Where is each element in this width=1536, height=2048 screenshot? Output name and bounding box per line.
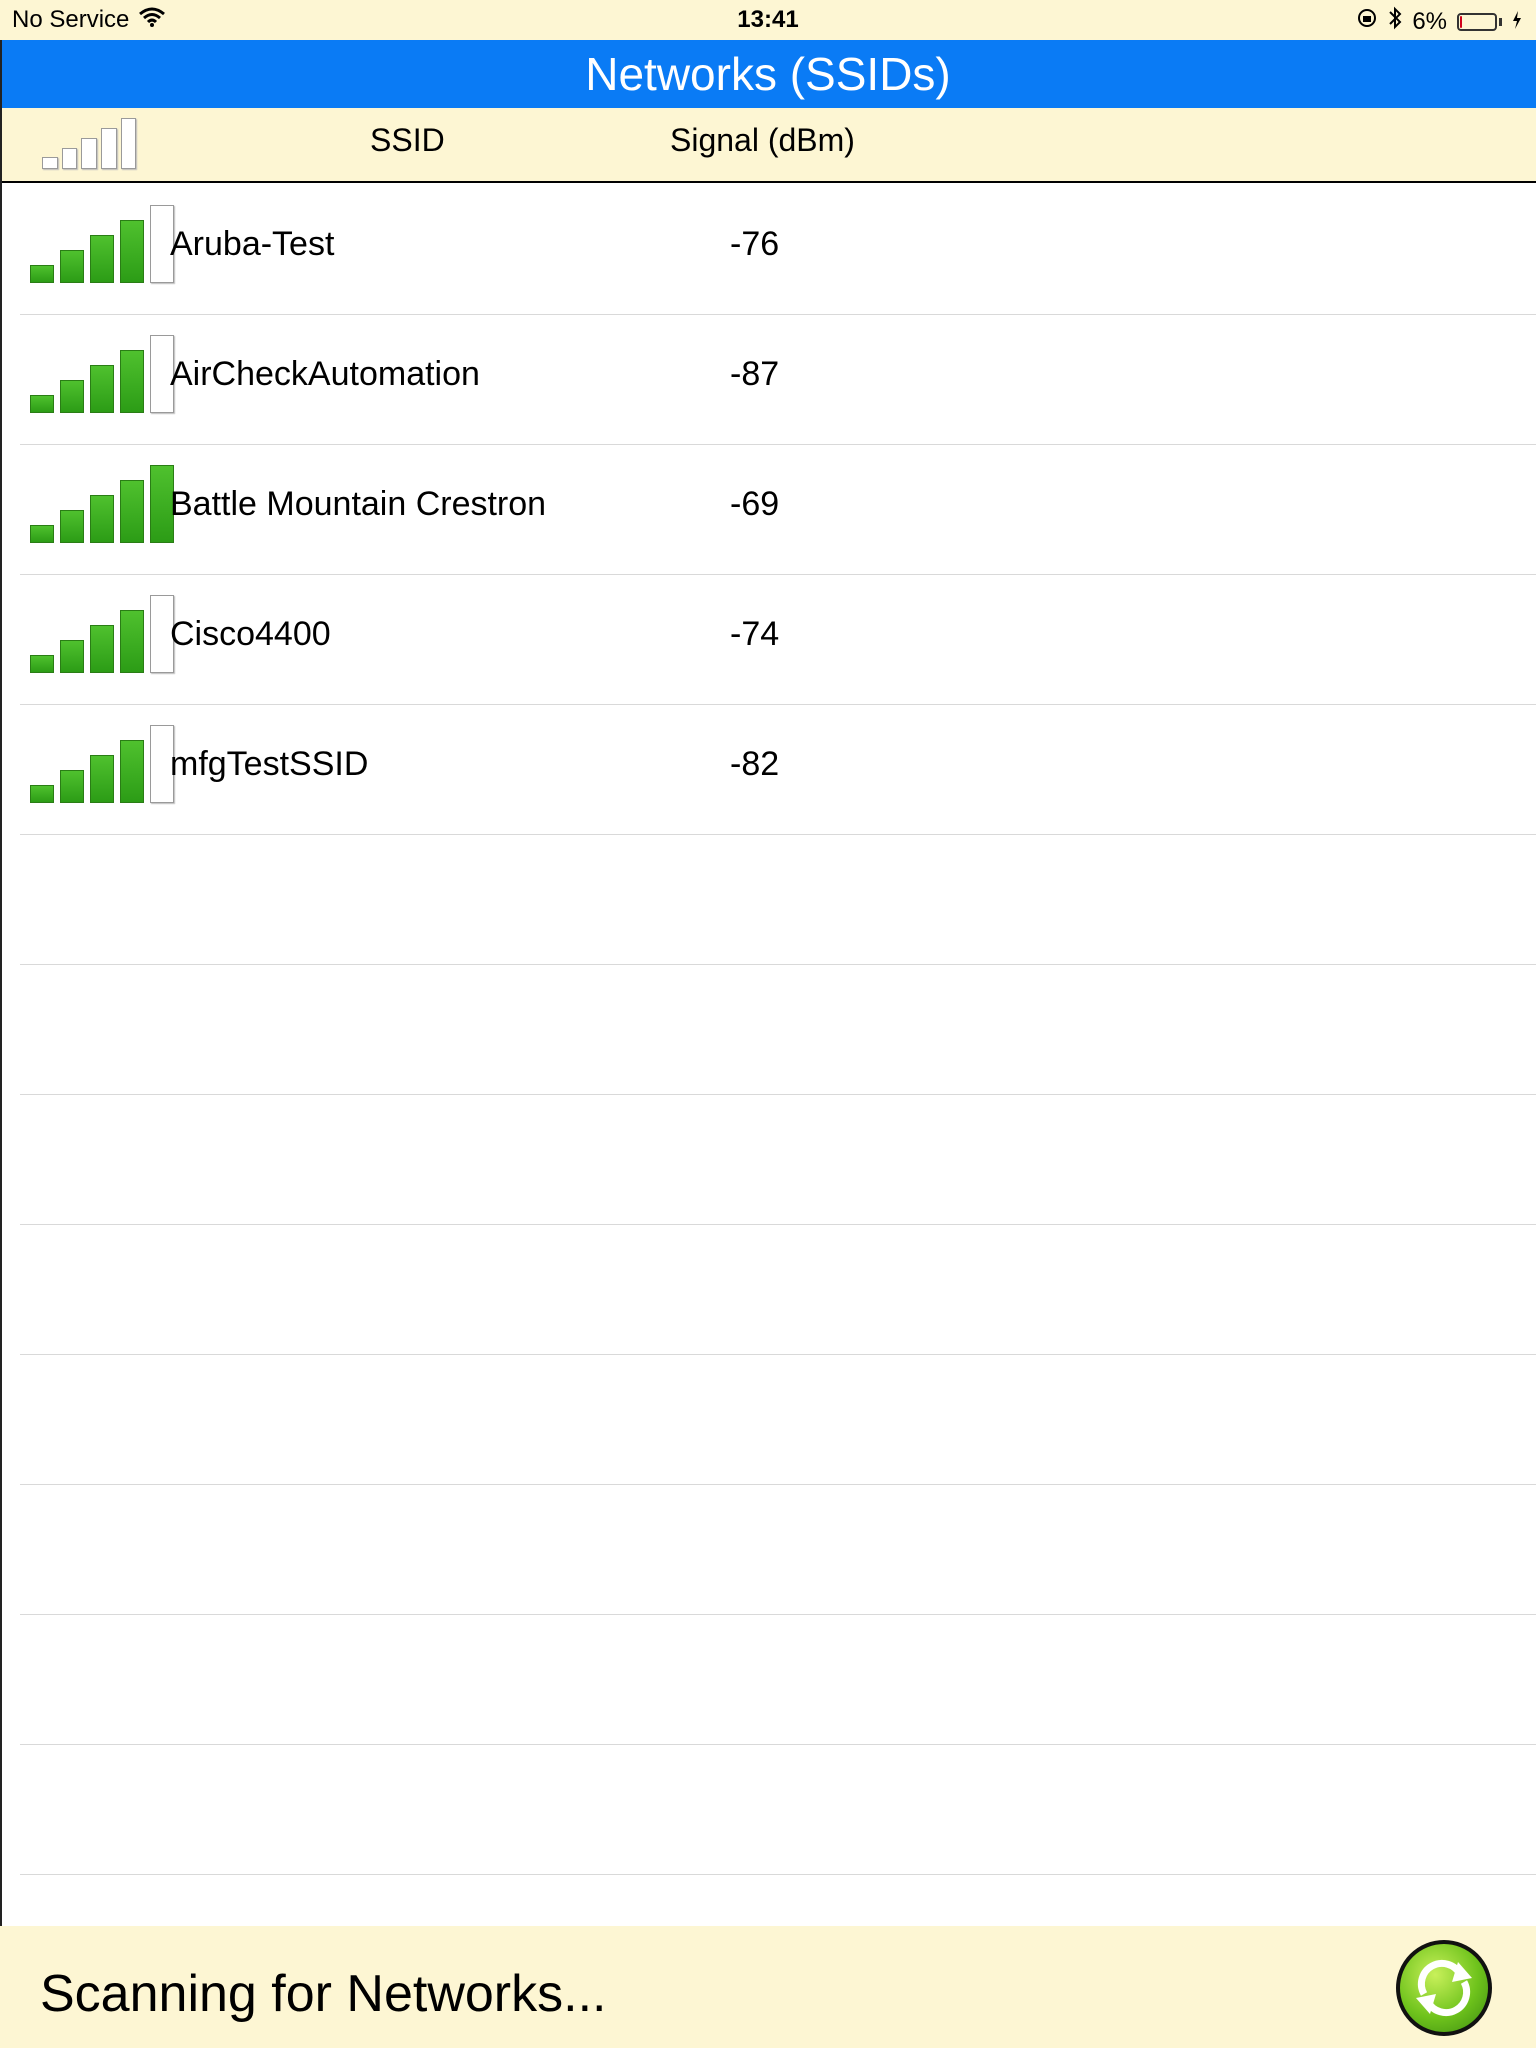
empty-row (20, 835, 1536, 965)
signal-strength-icon (30, 725, 174, 803)
ssid-label: Aruba-Test (170, 225, 335, 263)
signal-bar (120, 350, 144, 413)
empty-row (20, 1355, 1536, 1485)
clock: 13:41 (737, 6, 799, 33)
signal-value: -69 (730, 485, 780, 523)
scan-status: Scanning for Networks... (40, 1965, 607, 2023)
bluetooth-icon (1388, 6, 1402, 37)
refresh-button[interactable] (1396, 1940, 1492, 2036)
signal-bar (120, 610, 144, 673)
signal-strength-icon (30, 465, 174, 543)
signal-value: -74 (730, 615, 780, 653)
signal-bar (81, 137, 97, 169)
signal-bar (60, 770, 84, 803)
page-title: Networks (SSIDs) (0, 40, 1536, 108)
signal-bar (30, 655, 54, 673)
ssid-label: Cisco4400 (170, 615, 331, 653)
signal-header-icon (42, 118, 137, 169)
network-row[interactable]: Battle Mountain Crestron -69 (20, 445, 1536, 575)
empty-row (20, 1225, 1536, 1355)
signal-bar (30, 525, 54, 543)
signal-bar (120, 740, 144, 803)
rotation-lock-icon (1356, 7, 1378, 36)
signal-bar (60, 380, 84, 413)
signal-strength-icon (30, 335, 174, 413)
signal-bar (30, 395, 54, 413)
signal-bar (42, 157, 58, 169)
signal-bar (61, 147, 78, 169)
battery-tip (1499, 17, 1502, 26)
signal-value: -76 (730, 225, 780, 263)
network-row[interactable]: Aruba-Test -76 (20, 185, 1536, 315)
ssid-label: AirCheckAutomation (170, 355, 480, 393)
ssid-column-header[interactable]: SSID (370, 122, 445, 159)
left-divider (0, 40, 2, 1940)
battery-percent: 6% (1412, 7, 1447, 35)
signal-bar (90, 235, 114, 283)
charging-icon (1512, 8, 1522, 36)
signal-bar (90, 755, 114, 803)
signal-strength-icon (30, 205, 174, 283)
footer-bar: Scanning for Networks... (0, 1926, 1536, 2048)
empty-row (20, 1745, 1536, 1875)
empty-row (20, 1485, 1536, 1615)
battery-icon (1457, 12, 1497, 31)
network-row[interactable]: AirCheckAutomation -87 (20, 315, 1536, 445)
signal-column-header[interactable]: Signal (dBm) (670, 122, 855, 159)
signal-bar (120, 480, 144, 543)
status-bar: No Service 13:41 6% (0, 0, 1536, 40)
empty-row (20, 1095, 1536, 1225)
empty-row (20, 965, 1536, 1095)
signal-bar (60, 640, 84, 673)
signal-bar (30, 265, 54, 283)
signal-bar (120, 220, 144, 283)
signal-value: -82 (730, 745, 780, 783)
signal-bar (30, 785, 54, 803)
empty-row (20, 1615, 1536, 1745)
signal-strength-icon (30, 595, 174, 673)
network-list[interactable]: Aruba-Test -76 AirCheckAutomation -87 Battle… (20, 185, 1536, 1875)
signal-value: -87 (730, 355, 780, 393)
network-row[interactable]: mfgTestSSID -82 (20, 705, 1536, 835)
ssid-label: Battle Mountain Crestron (170, 485, 547, 523)
signal-bar (90, 495, 114, 543)
refresh-icon (1416, 1959, 1472, 2017)
signal-bar (90, 365, 114, 413)
signal-bar (60, 250, 84, 283)
ssid-label: mfgTestSSID (170, 745, 369, 783)
signal-bar (60, 510, 84, 543)
column-header: SSID Signal (dBm) (0, 108, 1536, 183)
signal-bar (90, 625, 114, 673)
signal-bar (120, 118, 137, 169)
network-row[interactable]: Cisco4400 -74 (20, 575, 1536, 705)
signal-bar (101, 127, 117, 169)
